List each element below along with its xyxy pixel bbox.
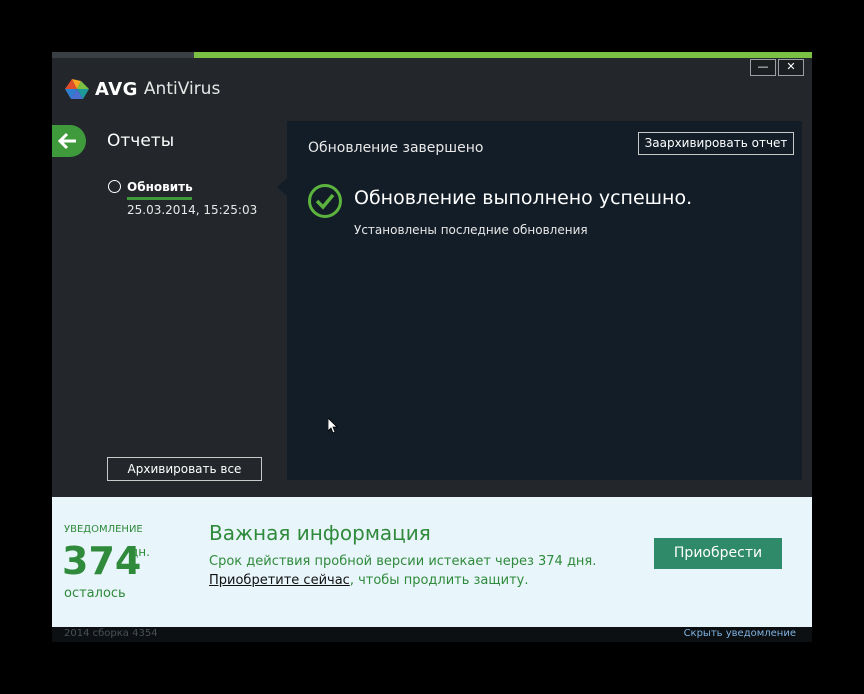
check-circle-icon [108, 180, 121, 193]
trial-expiry-text: Срок действия пробной версии истекает че… [209, 554, 597, 569]
success-subtext: Установлены последние обновления [354, 223, 588, 237]
remaining-label: осталось [64, 586, 126, 601]
back-button[interactable] [52, 125, 86, 157]
top-progress-line [52, 52, 812, 58]
success-headline: Обновление выполнено успешно. [354, 187, 693, 209]
mouse-cursor-icon [327, 417, 338, 438]
sidebar-title: Отчеты [107, 131, 175, 151]
notification-label: УВЕДОМЛЕНИЕ [64, 524, 143, 535]
avg-logo-icon [65, 77, 89, 101]
days-unit: дн. [130, 545, 150, 559]
minimize-button[interactable]: — [750, 59, 776, 76]
notification-heading: Важная информация [209, 521, 431, 545]
notification-bar: УВЕДОМЛЕНИЕ 374 дн. осталось Важная инфо… [52, 497, 812, 627]
report-detail-panel: Обновление завершено Заархивировать отче… [287, 121, 802, 480]
avg-window: AVG AntiVirus — ✕ Отчеты Обновить 25.03.… [52, 52, 812, 642]
version-text: 2014 сборка 4354 [64, 628, 158, 639]
top-progress-fill [194, 52, 812, 58]
brand-name: AVG [95, 78, 138, 100]
panel-title: Обновление завершено [308, 140, 484, 156]
app-logo: AVG AntiVirus [65, 77, 220, 101]
buy-button[interactable]: Приобрести [654, 538, 782, 569]
arrow-left-icon [57, 132, 76, 150]
report-date: 25.03.2014, 15:25:03 [127, 203, 258, 217]
close-button[interactable]: ✕ [778, 59, 804, 76]
buy-now-link[interactable]: Приобретите сейчас [209, 573, 350, 588]
report-name: Обновить [127, 180, 193, 194]
selected-underline [127, 197, 192, 200]
archive-report-button[interactable]: Заархивировать отчет [638, 132, 794, 155]
archive-all-button[interactable]: Архивировать все [107, 457, 262, 481]
success-check-icon [308, 184, 342, 218]
product-name: AntiVirus [143, 79, 221, 99]
buy-now-text: Приобретите сейчас, чтобы продлить защит… [209, 573, 529, 588]
footer-bar: 2014 сборка 4354 Скрыть уведомление [52, 627, 812, 642]
buy-now-rest: , чтобы продлить защиту. [349, 573, 529, 588]
selection-pointer [277, 178, 287, 196]
hide-notification-link[interactable]: Скрыть уведомление [684, 628, 796, 639]
